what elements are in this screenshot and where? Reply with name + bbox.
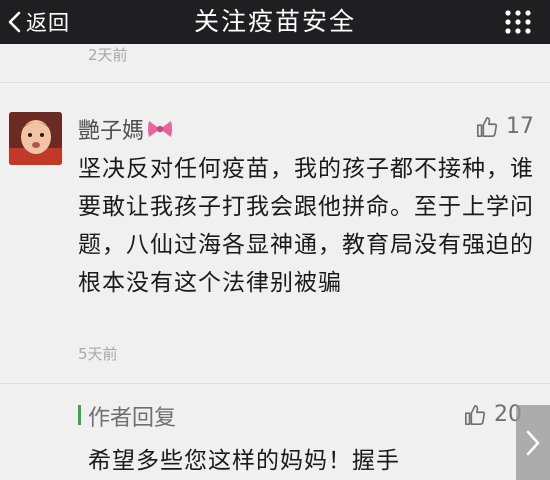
chevron-right-icon — [526, 430, 540, 455]
more-dots-icon[interactable] — [504, 9, 532, 35]
bow-emoji-icon — [148, 121, 173, 137]
divider — [0, 383, 550, 384]
reply-label: 作者回复 — [88, 406, 177, 431]
reply-accent-bar — [78, 405, 81, 425]
divider — [0, 82, 550, 83]
thumbs-up-icon — [465, 404, 486, 425]
avatar[interactable] — [9, 112, 62, 165]
like-count: 17 — [506, 114, 534, 139]
comment-username[interactable]: 艷子媽 — [78, 113, 174, 145]
previous-comment-time: 2天前 — [88, 46, 128, 64]
username-text: 艷子媽 — [78, 119, 145, 144]
comment-time: 5天前 — [78, 345, 118, 363]
thumbs-up-icon — [477, 116, 498, 137]
comment-like-button[interactable]: 17 — [476, 114, 534, 139]
reply-text: 希望多些您这样的妈妈！握手 — [88, 448, 400, 474]
next-button[interactable] — [516, 405, 550, 480]
comment-text: 坚决反对任何疫苗，我的孩子都不接种，谁要敢让我孩子打我会跟他拼命。至于上学问题，… — [78, 156, 534, 296]
reply-like-button[interactable]: 20 — [464, 402, 522, 427]
top-navigation-bar: 返回 关注疫苗安全 — [0, 0, 550, 44]
page-title: 关注疫苗安全 — [193, 7, 356, 36]
child-photo-icon — [9, 112, 62, 165]
